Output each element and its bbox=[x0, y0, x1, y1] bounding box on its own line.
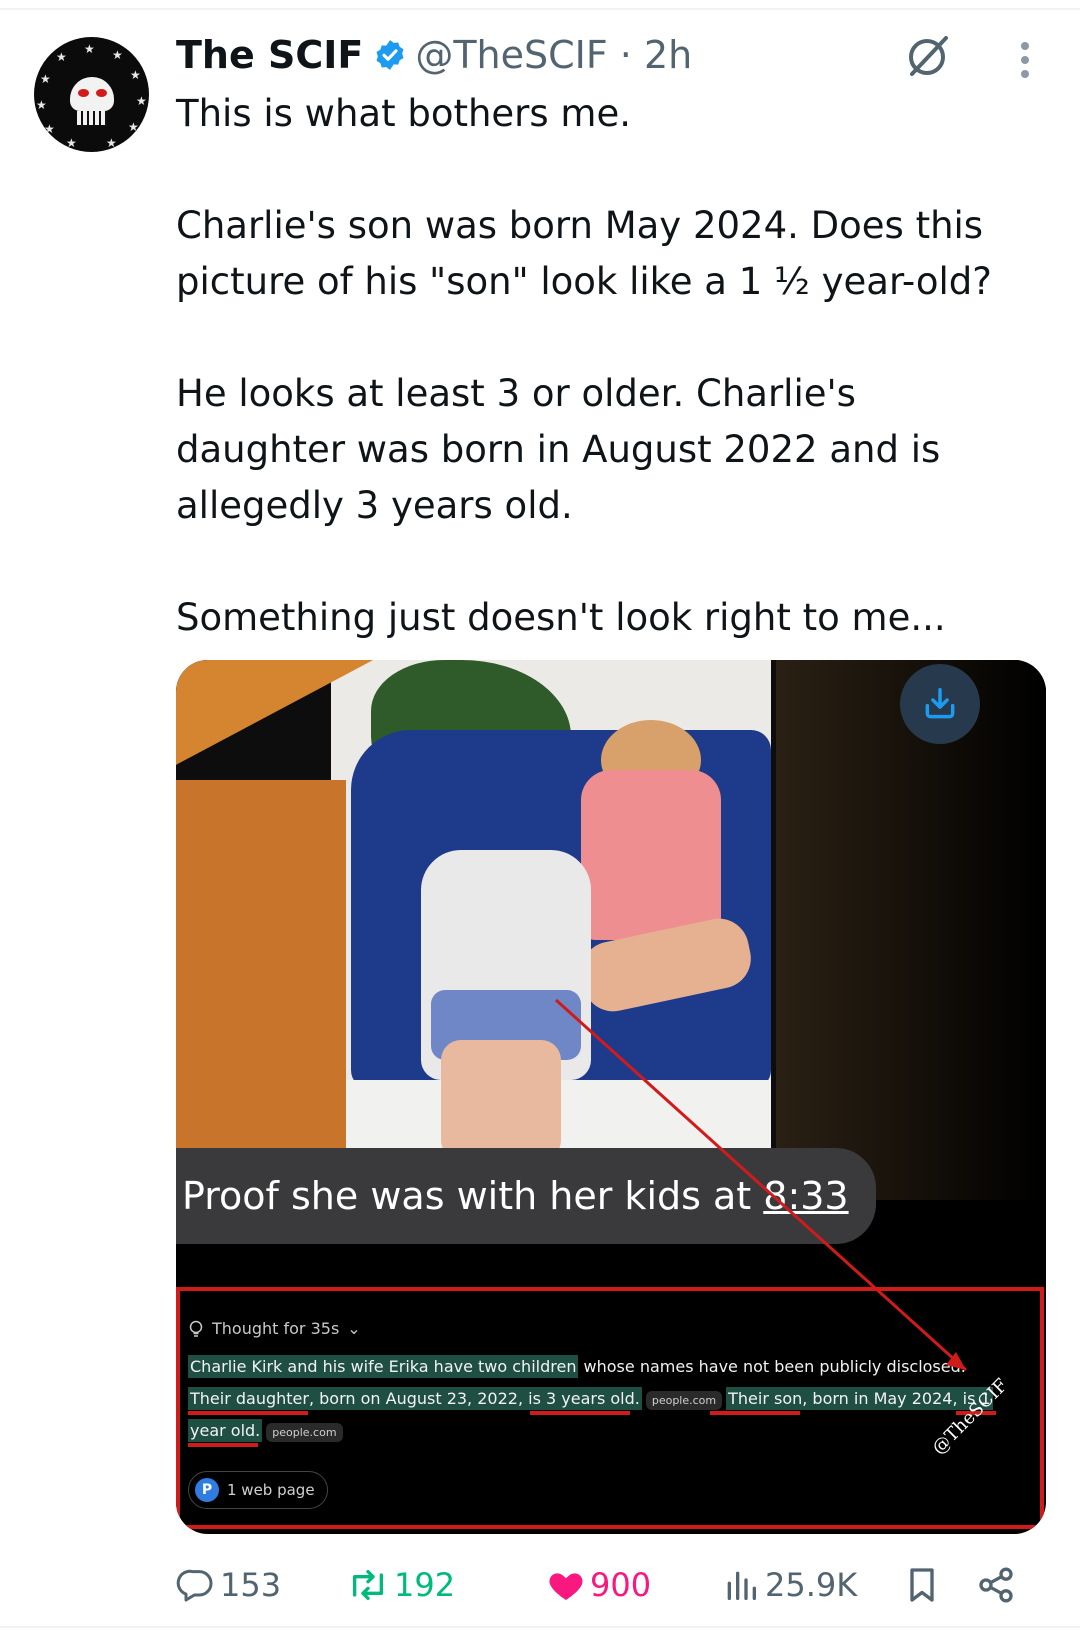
like-button[interactable]: 900 bbox=[546, 1560, 651, 1610]
hand bbox=[176, 780, 346, 1200]
display-name[interactable]: The SCIF bbox=[176, 33, 363, 77]
red-underline bbox=[530, 1411, 630, 1415]
reply-icon bbox=[176, 1569, 213, 1602]
skull-teeth bbox=[77, 111, 107, 125]
bottom-divider bbox=[0, 1626, 1080, 1628]
verified-badge-icon bbox=[373, 38, 407, 72]
skull-icon bbox=[70, 77, 114, 111]
avatar[interactable]: ★ ★ ★ ★ ★ ★ ★ ★ ★ ★ ★ bbox=[34, 37, 149, 152]
tweet-paragraph: Charlie's son was born May 2024. Does th… bbox=[176, 204, 992, 303]
ai-highlight: Their daughter, born on August 23, 2022,… bbox=[188, 1387, 642, 1410]
dark-background bbox=[776, 660, 1046, 1200]
star-icon: ★ bbox=[84, 42, 95, 56]
views-button[interactable]: 25.9K bbox=[721, 1560, 857, 1610]
view-count: 25.9K bbox=[765, 1566, 858, 1604]
share-button[interactable] bbox=[976, 1560, 1020, 1610]
web-page-label: 1 web page bbox=[227, 1481, 315, 1499]
ai-answer-line: Charlie Kirk and his wife Erika have two… bbox=[188, 1353, 966, 1381]
like-count: 900 bbox=[590, 1566, 652, 1604]
star-icon: ★ bbox=[136, 94, 147, 108]
child-legs bbox=[441, 1040, 561, 1160]
tweet-paragraph: This is what bothers me. bbox=[176, 92, 632, 135]
download-button[interactable] bbox=[900, 664, 980, 744]
photo-area bbox=[176, 660, 1046, 1200]
more-options-icon[interactable] bbox=[1010, 40, 1040, 80]
tweet-media-image[interactable]: Proof she was with her kids at 8:33 Thou… bbox=[176, 660, 1046, 1534]
ai-answer-box: Thought for 35s ⌄ Charlie Kirk and his w… bbox=[176, 1287, 1044, 1529]
tweet-paragraph: He looks at least 3 or older. Charlie's … bbox=[176, 372, 941, 527]
star-icon: ★ bbox=[130, 68, 141, 82]
star-icon: ★ bbox=[44, 122, 55, 136]
star-icon: ★ bbox=[40, 72, 51, 86]
star-icon: ★ bbox=[56, 50, 67, 64]
skull-eye bbox=[78, 89, 89, 97]
share-icon bbox=[979, 1567, 1013, 1603]
thought-text: Thought for 35s bbox=[212, 1319, 340, 1338]
tweet-header: The SCIF @TheSCIF · 2h bbox=[176, 30, 692, 80]
ai-highlight: year old. bbox=[188, 1419, 263, 1442]
star-icon: ★ bbox=[66, 136, 77, 150]
handle-and-time[interactable]: @TheSCIF · 2h bbox=[415, 33, 692, 77]
star-icon: ★ bbox=[106, 136, 117, 150]
ai-highlight: Charlie Kirk and his wife Erika have two… bbox=[188, 1355, 579, 1378]
star-icon: ★ bbox=[112, 48, 123, 62]
bubble-time: 8:33 bbox=[763, 1174, 849, 1218]
heart-icon bbox=[549, 1573, 583, 1600]
source-chip: people.com bbox=[266, 1423, 343, 1442]
grok-icon[interactable] bbox=[904, 32, 952, 80]
bookmark-icon bbox=[910, 1568, 934, 1602]
web-page-chip[interactable]: P 1 web page bbox=[188, 1471, 328, 1509]
child-girl bbox=[581, 770, 721, 940]
ai-highlight: Their son, born in May 2024, is 1 bbox=[726, 1387, 993, 1410]
star-icon: ★ bbox=[36, 98, 47, 112]
bubble-text: Proof she was with her kids at bbox=[182, 1174, 764, 1218]
red-underline bbox=[188, 1443, 258, 1447]
top-divider bbox=[0, 8, 1080, 10]
message-bubble: Proof she was with her kids at 8:33 bbox=[176, 1148, 876, 1244]
source-chip: people.com bbox=[645, 1391, 723, 1410]
repost-count: 192 bbox=[394, 1566, 456, 1604]
repost-icon bbox=[352, 1570, 383, 1600]
ai-text: whose names have not been publicly discl… bbox=[578, 1357, 966, 1376]
download-icon bbox=[925, 688, 955, 719]
thought-label: Thought for 35s ⌄ bbox=[188, 1319, 361, 1338]
skull-eye bbox=[96, 89, 107, 97]
tweet-paragraph: Something just doesn't look right to me.… bbox=[176, 596, 946, 639]
lightbulb-icon bbox=[189, 1320, 203, 1337]
kids-photo bbox=[331, 660, 771, 1190]
star-icon: ★ bbox=[128, 120, 139, 134]
tweet-actions: 153 192 900 25.9K bbox=[176, 1560, 1036, 1610]
bookmark-button[interactable] bbox=[904, 1560, 944, 1610]
chevron-down-icon: ⌄ bbox=[347, 1319, 361, 1338]
repost-button[interactable]: 192 bbox=[346, 1560, 455, 1610]
tweet-text: This is what bothers me. Charlie's son w… bbox=[176, 86, 1036, 646]
source-p-icon: P bbox=[195, 1478, 219, 1502]
reply-count: 153 bbox=[220, 1566, 282, 1604]
red-underline bbox=[188, 1411, 308, 1415]
views-icon bbox=[727, 1571, 756, 1600]
reply-button[interactable]: 153 bbox=[176, 1560, 281, 1610]
red-underline bbox=[710, 1411, 800, 1415]
